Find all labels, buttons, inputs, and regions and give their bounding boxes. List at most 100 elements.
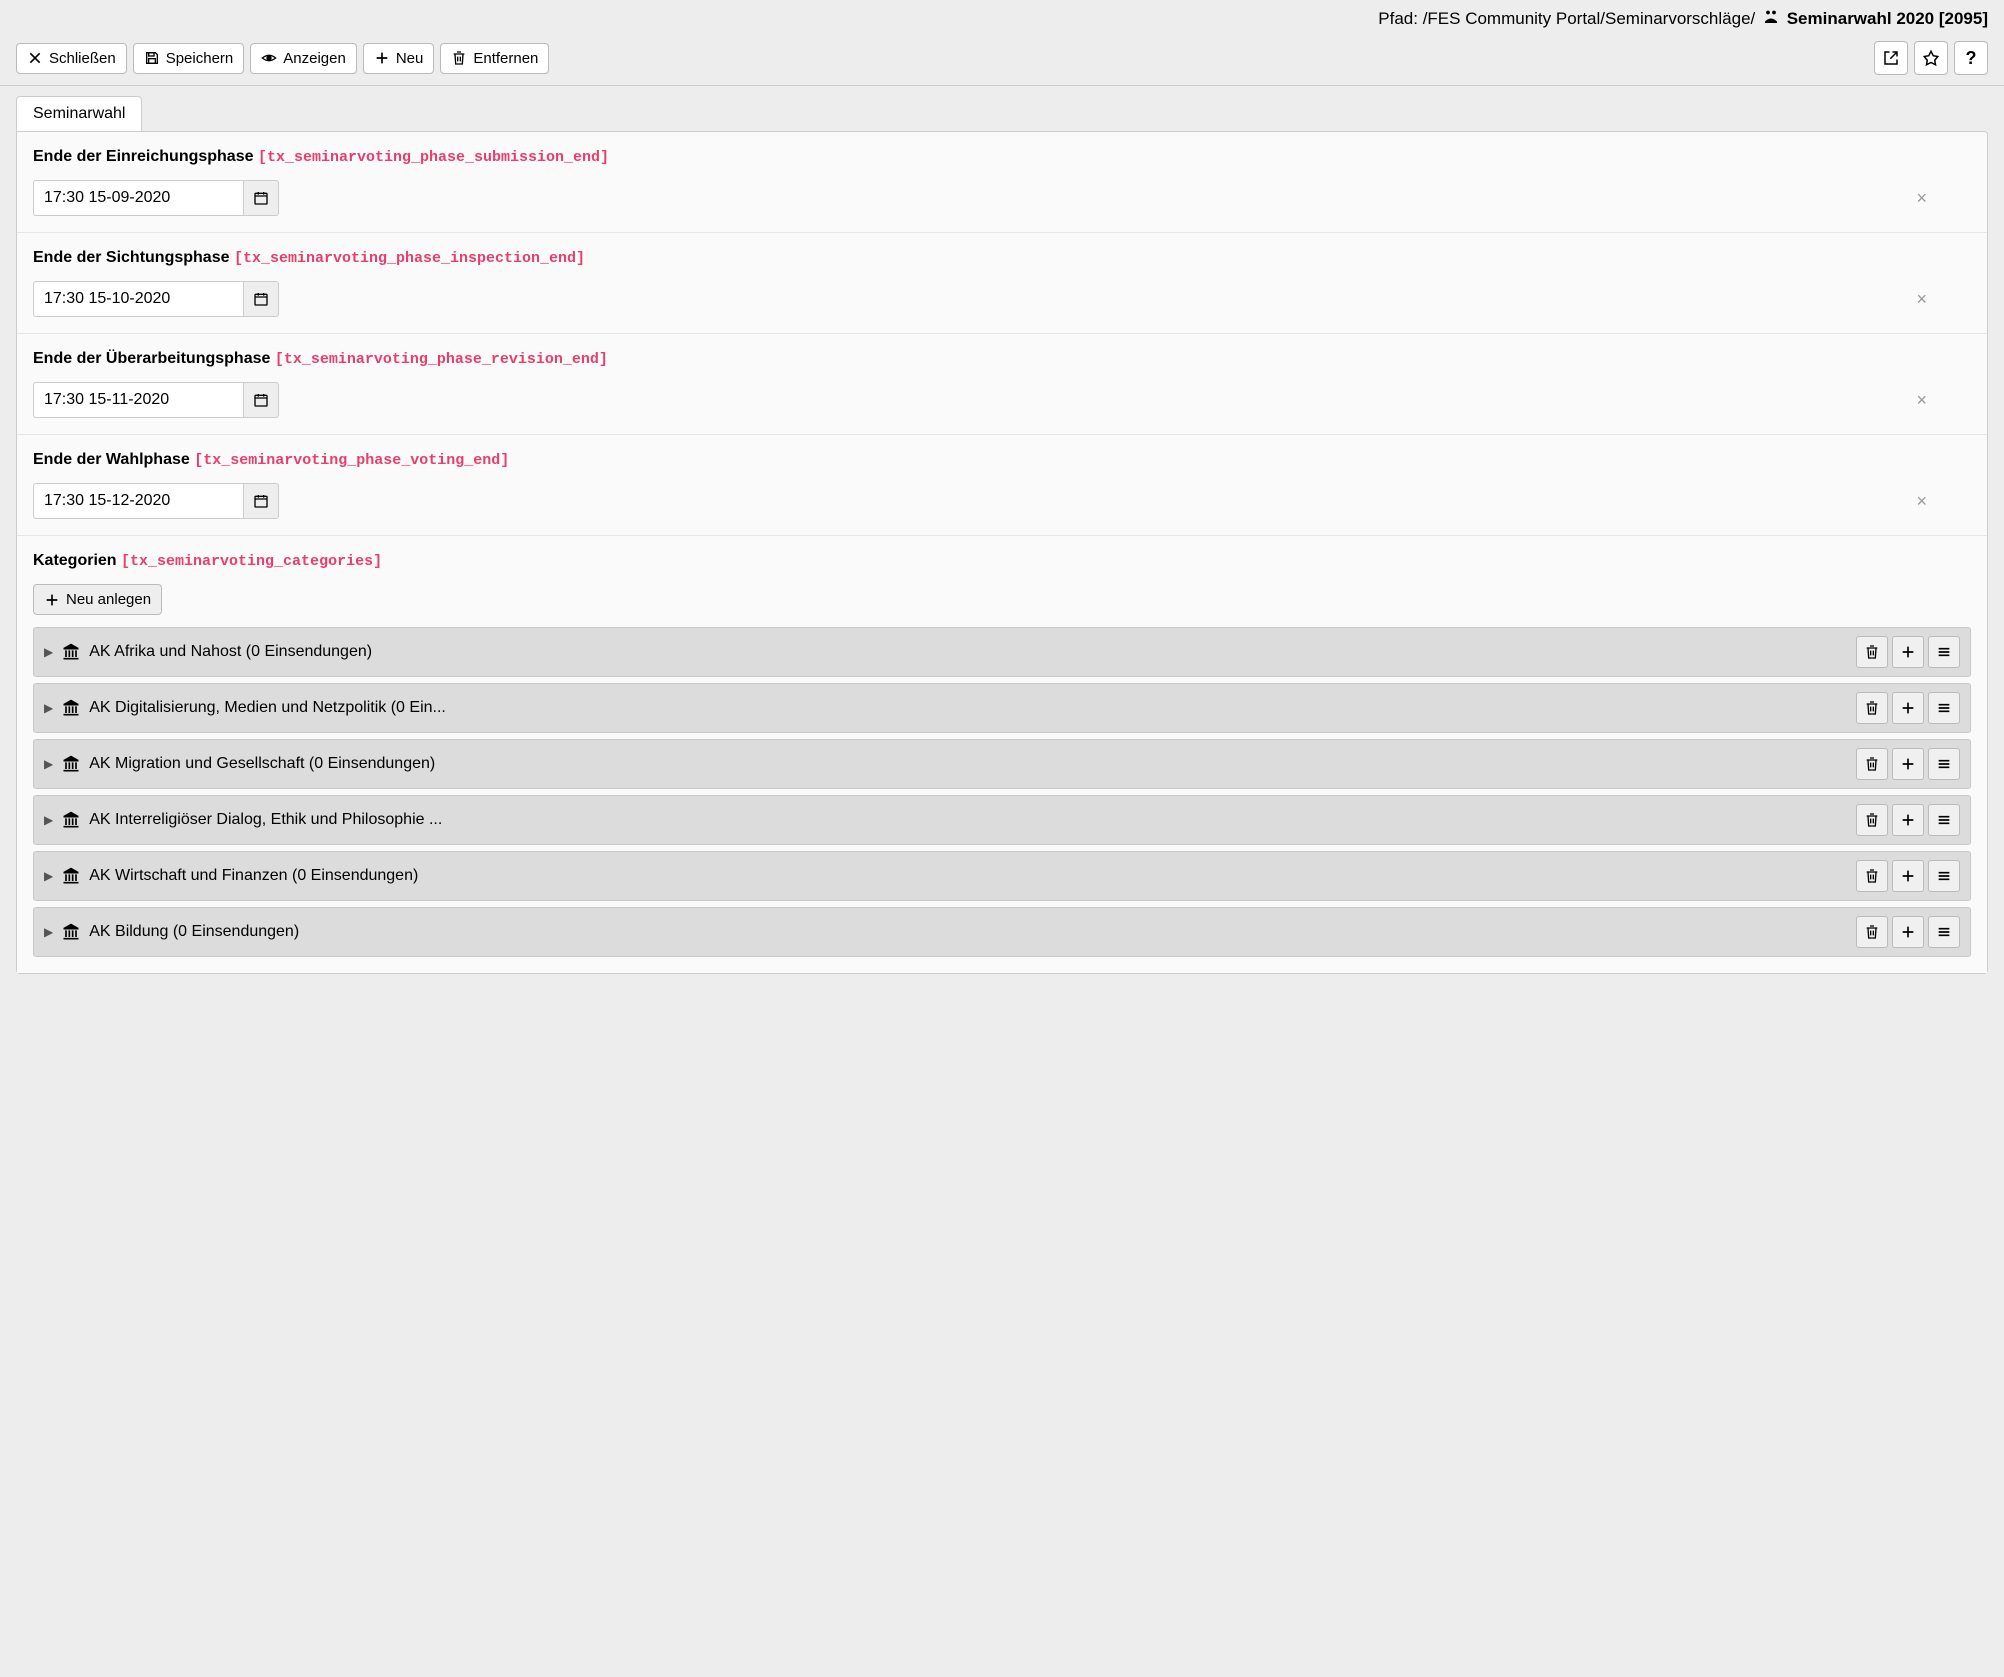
open-external-button[interactable] [1874,41,1908,75]
field-label-text: Ende der Einreichungsphase [33,148,254,165]
category-menu-button[interactable] [1928,804,1960,836]
close-label: Schließen [49,50,116,67]
category-delete-button[interactable] [1856,748,1888,780]
calendar-icon [253,493,269,509]
calendar-button[interactable] [243,483,279,519]
submission-end-input[interactable] [33,180,243,216]
building-icon [61,642,81,662]
clear-icon[interactable]: × [1916,391,1927,409]
help-label: ? [1966,48,1977,69]
category-item[interactable]: ▶ AK Migration und Gesellschaft (0 Einsen… [33,739,1971,789]
eye-icon [261,50,277,66]
category-item[interactable]: ▶ AK Bildung (0 Einsendungen) [33,907,1971,957]
breadcrumb-path: Pfad: /FES Community Portal/Seminarvorsc… [0,0,2004,35]
plus-icon [44,592,60,608]
close-icon [27,50,43,66]
category-title: AK Migration und Gesellschaft (0 Einsend… [89,755,1848,773]
new-button[interactable]: Neu [363,43,435,74]
help-button[interactable]: ? [1954,41,1988,75]
expand-caret-icon[interactable]: ▶ [44,813,53,827]
category-delete-button[interactable] [1856,804,1888,836]
expand-caret-icon[interactable]: ▶ [44,869,53,883]
view-button[interactable]: Anzeigen [250,43,357,74]
module-icon [1762,8,1780,31]
star-icon [1922,49,1940,67]
category-menu-button[interactable] [1928,860,1960,892]
field-tech-name: [tx_seminarvoting_phase_revision_end] [275,351,608,368]
new-category-button[interactable]: Neu anlegen [33,584,162,615]
category-delete-button[interactable] [1856,860,1888,892]
new-label: Neu [396,50,424,67]
field-label-text: Ende der Überarbeitungsphase [33,350,270,367]
calendar-button[interactable] [243,180,279,216]
plus-icon [374,50,390,66]
category-item[interactable]: ▶ AK Wirtschaft und Finanzen (0 Einsendun… [33,851,1971,901]
field-revision-end: Ende der Überarbeitungsphase [tx_seminar… [17,334,1987,435]
new-category-label: Neu anlegen [66,591,151,608]
field-voting-end: Ende der Wahlphase [tx_seminarvoting_pha… [17,435,1987,536]
tab-seminarwahl[interactable]: Seminarwahl [16,96,142,131]
calendar-icon [253,291,269,307]
calendar-icon [253,190,269,206]
expand-caret-icon[interactable]: ▶ [44,757,53,771]
category-add-button[interactable] [1892,692,1924,724]
trash-icon [451,50,467,66]
category-actions [1856,860,1960,892]
field-label-text: Ende der Sichtungsphase [33,249,229,266]
category-title: AK Interreligiöser Dialog, Ethik und Phi… [89,811,1848,829]
calendar-icon [253,392,269,408]
category-add-button[interactable] [1892,804,1924,836]
category-title: AK Wirtschaft und Finanzen (0 Einsendung… [89,867,1848,885]
form-panel: Ende der Einreichungsphase [tx_seminarvo… [16,131,1988,974]
category-item[interactable]: ▶ AK Digitalisierung, Medien und Netzpoli… [33,683,1971,733]
close-button[interactable]: Schließen [16,43,127,74]
category-actions [1856,748,1960,780]
voting-end-input[interactable] [33,483,243,519]
building-icon [61,810,81,830]
revision-end-input[interactable] [33,382,243,418]
inspection-end-input[interactable] [33,281,243,317]
building-icon [61,866,81,886]
bookmark-button[interactable] [1914,41,1948,75]
path-value: /FES Community Portal/Seminarvorschläge/ [1423,9,1760,28]
calendar-button[interactable] [243,382,279,418]
delete-button[interactable]: Entfernen [440,43,549,74]
clear-icon[interactable]: × [1916,189,1927,207]
category-add-button[interactable] [1892,636,1924,668]
tab-label: Seminarwahl [33,105,125,122]
category-item[interactable]: ▶ AK Afrika und Nahost (0 Einsendungen) [33,627,1971,677]
category-delete-button[interactable] [1856,916,1888,948]
tabs: Seminarwahl [16,96,1988,131]
path-label: Pfad: [1378,9,1422,28]
calendar-button[interactable] [243,281,279,317]
category-list: ▶ AK Afrika und Nahost (0 Einsendungen) ▶ A… [33,627,1971,957]
clear-icon[interactable]: × [1916,290,1927,308]
category-add-button[interactable] [1892,748,1924,780]
building-icon [61,754,81,774]
category-delete-button[interactable] [1856,636,1888,668]
category-title: AK Digitalisierung, Medien und Netzpolit… [89,699,1848,717]
field-tech-name: [tx_seminarvoting_phase_voting_end] [194,452,509,469]
save-button[interactable]: Speichern [133,43,245,74]
building-icon [61,698,81,718]
expand-caret-icon[interactable]: ▶ [44,925,53,939]
category-menu-button[interactable] [1928,692,1960,724]
clear-icon[interactable]: × [1916,492,1927,510]
building-icon [61,922,81,942]
category-add-button[interactable] [1892,860,1924,892]
category-menu-button[interactable] [1928,636,1960,668]
category-title: AK Bildung (0 Einsendungen) [89,923,1848,941]
category-delete-button[interactable] [1856,692,1888,724]
expand-caret-icon[interactable]: ▶ [44,645,53,659]
category-menu-button[interactable] [1928,748,1960,780]
page-title: Seminarwahl 2020 [2095] [1787,9,1988,28]
category-title: AK Afrika und Nahost (0 Einsendungen) [89,643,1848,661]
expand-caret-icon[interactable]: ▶ [44,701,53,715]
category-add-button[interactable] [1892,916,1924,948]
field-tech-name: [tx_seminarvoting_phase_inspection_end] [234,250,585,267]
category-item[interactable]: ▶ AK Interreligiöser Dialog, Ethik und Ph… [33,795,1971,845]
field-submission-end: Ende der Einreichungsphase [tx_seminarvo… [17,132,1987,233]
category-actions [1856,916,1960,948]
categories-label: Kategorien [33,552,117,569]
category-menu-button[interactable] [1928,916,1960,948]
